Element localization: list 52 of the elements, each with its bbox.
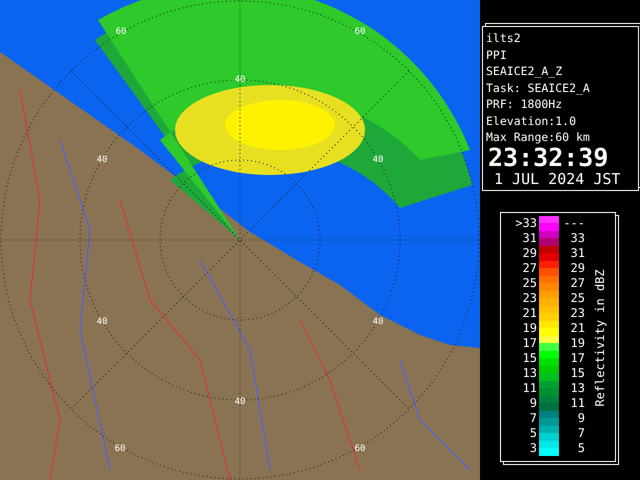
legend-label: 29 (570, 260, 585, 276)
info-line: ilts2 (486, 30, 522, 46)
legend-label: 3 (528, 440, 537, 456)
range-label: 60 (116, 27, 126, 37)
legend-label: 29 (522, 246, 537, 260)
legend-label: 25 (570, 290, 585, 306)
legend-label: 31 (522, 230, 537, 246)
info-line: Elevation:1.0 (486, 112, 578, 129)
legend-label: 13 (570, 380, 585, 396)
legend-label: 27 (570, 276, 585, 290)
range-label: 60 (114, 444, 126, 454)
range-label: 40 (96, 317, 108, 327)
range-label: 40 (372, 317, 384, 327)
range-label: 40 (234, 75, 246, 85)
legend-label: 11 (522, 380, 537, 396)
legend-label: --- (562, 216, 585, 230)
legend-label: 11 (570, 396, 585, 410)
range-label: 40 (96, 155, 108, 165)
info-line: PPI (486, 46, 508, 63)
legend-title: Reflectivity in dBZ (593, 268, 607, 406)
legend-label: >33 (514, 216, 537, 230)
date-text: 1 JUL 2024 JST (494, 170, 620, 188)
info-line: PRF: 1800Hz (486, 96, 564, 112)
legend-label: 13 (522, 366, 537, 380)
legend-label: 5 (576, 440, 585, 456)
legend-label: 23 (522, 290, 537, 306)
legend-label: 21 (522, 306, 537, 320)
legend-label: 27 (522, 260, 537, 276)
legend-label: 23 (570, 306, 585, 320)
legend-label: 33 (570, 230, 585, 246)
time-text: 23:32:39 (488, 146, 608, 170)
range-label: 60 (354, 444, 366, 454)
legend-label: 21 (570, 320, 585, 336)
legend-label: 17 (522, 336, 537, 350)
info-line: Task: SEAICE2_A (486, 80, 591, 96)
range-label: 40 (234, 397, 246, 407)
legend-label: 19 (522, 320, 537, 336)
legend-label: 31 (570, 246, 585, 260)
info-line: SEAICE2_A_Z (486, 63, 564, 80)
legend-label: 15 (522, 350, 537, 366)
range-label: 40 (372, 155, 384, 165)
legend-label: 17 (570, 350, 585, 366)
legend-label: 9 (528, 396, 537, 410)
legend-label: 7 (576, 426, 585, 440)
legend-label: 7 (528, 410, 537, 426)
legend-label: 19 (570, 336, 585, 350)
info-line: Max Range:60 km (486, 129, 591, 146)
legend-label: 9 (576, 410, 585, 426)
legend-label: 15 (570, 366, 585, 380)
legend-label: 25 (522, 276, 537, 290)
range-label: 60 (354, 27, 366, 37)
legend-label: 5 (528, 426, 537, 440)
